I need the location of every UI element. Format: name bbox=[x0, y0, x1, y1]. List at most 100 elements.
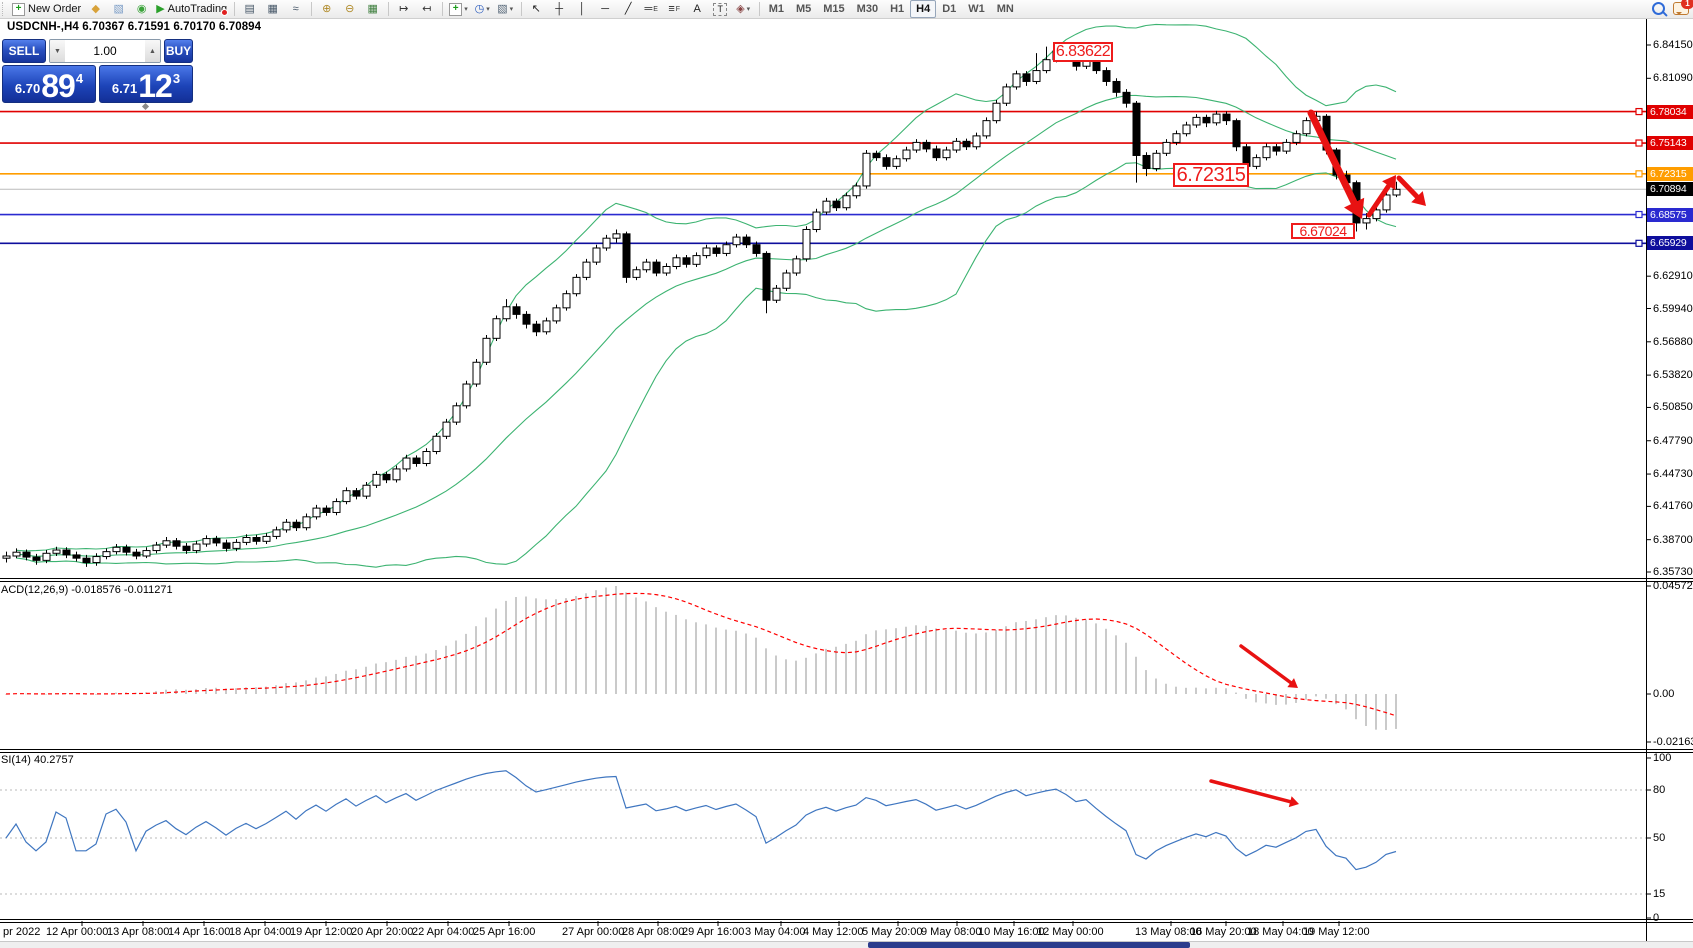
time-axis-label: 19 May 12:00 bbox=[1303, 926, 1370, 938]
rsi-axis-label: 15 bbox=[1653, 888, 1665, 900]
toolbar-chart-shift-icon[interactable]: ↦ bbox=[392, 0, 415, 18]
trend-arrows[interactable] bbox=[1211, 113, 1426, 807]
toolbar-timeframe-m15[interactable]: M15 bbox=[817, 0, 850, 18]
time-axis-label: 5 May 20:00 bbox=[862, 926, 923, 938]
toolbar-text-icon[interactable]: A bbox=[686, 0, 709, 18]
toolbar-tile-windows-icon[interactable]: ▦ bbox=[361, 0, 384, 18]
toolbar-arrows-icon[interactable]: ◈▾ bbox=[732, 0, 755, 18]
toolbar-publish-chart-icon[interactable]: ▧ bbox=[107, 0, 130, 18]
candlestick-chart-icon: ▦ bbox=[267, 4, 277, 15]
toolbar-equidistant-channel-icon[interactable]: ═E bbox=[640, 0, 663, 18]
notifications-icon[interactable]: 1 bbox=[1673, 2, 1689, 15]
new-order-button-label: New Order bbox=[28, 3, 81, 15]
styler-icon: ◆ bbox=[91, 4, 99, 15]
sell-price-panel[interactable]: 6.70 89 4 bbox=[2, 65, 96, 103]
toolbar-signals-icon[interactable]: ◉ bbox=[130, 0, 153, 18]
price-axis-tick: 6.47790 bbox=[1653, 435, 1693, 447]
toolbar-text-label-icon[interactable]: T bbox=[709, 0, 732, 18]
price-axis-tick: 6.41760 bbox=[1653, 500, 1693, 512]
one-click-trading-panel: SELL ▼ ▲ BUY 6.70 89 4 6.71 12 3 bbox=[2, 39, 193, 103]
toolbar-styler-icon[interactable]: ◆ bbox=[84, 0, 107, 18]
price-axis-tick: 6.62910 bbox=[1653, 270, 1693, 282]
price-axis-badge: 6.72315 bbox=[1647, 167, 1693, 181]
text-label-icon: T bbox=[713, 3, 727, 16]
fibonacci-icon: ≡ bbox=[668, 4, 674, 15]
toolbar-autotrading-button[interactable]: ▶AutoTrading bbox=[153, 0, 230, 18]
search-icon[interactable] bbox=[1652, 2, 1665, 15]
volume-input[interactable] bbox=[65, 40, 145, 62]
price-axis-tick: 6.56880 bbox=[1653, 336, 1693, 348]
volume-decrease-button[interactable]: ▼ bbox=[50, 40, 65, 62]
horizontal-scrollbar-thumb[interactable] bbox=[868, 942, 1190, 948]
horizontal-line-icon: ─ bbox=[601, 4, 609, 15]
buy-price-major: 6.71 bbox=[112, 81, 137, 96]
rsi-line bbox=[6, 771, 1396, 870]
indicators-icon: + bbox=[449, 3, 462, 16]
volume-increase-button[interactable]: ▲ bbox=[145, 40, 160, 62]
price-axis-badge: 6.68575 bbox=[1647, 208, 1693, 222]
toolbar-crosshair-icon[interactable]: ┼ bbox=[548, 0, 571, 18]
toolbar-timeframe-h1[interactable]: H1 bbox=[884, 0, 910, 18]
toolbar-timeframe-m1[interactable]: M1 bbox=[763, 0, 790, 18]
toolbar-bar-chart-icon[interactable]: ▤ bbox=[238, 0, 261, 18]
price-axis-badge: 6.75143 bbox=[1647, 136, 1693, 150]
signals-icon: ◉ bbox=[137, 4, 147, 15]
toolbar-fibonacci-icon[interactable]: ≡F bbox=[663, 0, 686, 18]
toolbar-new-order-button[interactable]: +New Order bbox=[9, 0, 84, 18]
time-axis-label: 10 May 16:00 bbox=[978, 926, 1045, 938]
toolbar-timeframe-d1[interactable]: D1 bbox=[936, 0, 962, 18]
buy-price-panel[interactable]: 6.71 12 3 bbox=[99, 65, 193, 103]
toolbar-templates-icon[interactable]: ▧▾ bbox=[494, 0, 517, 18]
toolbar-timeframe-w1[interactable]: W1 bbox=[962, 0, 991, 18]
time-axis-label: 20 Apr 20:00 bbox=[351, 926, 413, 938]
toolbar-trendline-icon[interactable]: ╱ bbox=[617, 0, 640, 18]
rsi-axis-label: 50 bbox=[1653, 832, 1665, 844]
sell-price-major: 6.70 bbox=[15, 81, 40, 96]
toolbar-timeframe-m30[interactable]: M30 bbox=[851, 0, 884, 18]
toolbar-timeframe-mn[interactable]: MN bbox=[991, 0, 1020, 18]
toolbar-cursor-icon[interactable]: ↖ bbox=[525, 0, 548, 18]
macd-histogram bbox=[5, 586, 1397, 730]
price-axis-tick: 6.53820 bbox=[1653, 369, 1693, 381]
price-annotation-box[interactable]: 6.83622 bbox=[1053, 42, 1113, 62]
toolbar-indicators-icon[interactable]: +▾ bbox=[446, 0, 471, 18]
sell-price-pips: 89 bbox=[41, 72, 75, 100]
crosshair-icon: ┼ bbox=[555, 4, 563, 15]
bar-chart-icon: ▤ bbox=[244, 4, 254, 15]
time-axis-label: 12 Apr 00:00 bbox=[46, 926, 108, 938]
price-annotation-box[interactable]: 6.67024 bbox=[1291, 223, 1355, 239]
toolbar-horizontal-line-icon[interactable]: ─ bbox=[594, 0, 617, 18]
price-axis-tick: 6.35730 bbox=[1653, 566, 1693, 578]
time-axis-label: 19 Apr 12:00 bbox=[290, 926, 352, 938]
time-axis-label: 25 Apr 16:00 bbox=[473, 926, 535, 938]
rsi-axis-label: 80 bbox=[1653, 784, 1665, 796]
price-annotation-box[interactable]: 6.72315 bbox=[1173, 163, 1249, 187]
volume-stepper: ▼ ▲ bbox=[49, 39, 161, 63]
price-axis-badge: 6.65929 bbox=[1647, 236, 1693, 250]
bollinger-bands bbox=[16, 24, 1396, 567]
price-axis-tick: 6.50850 bbox=[1653, 401, 1693, 413]
macd-axis-label: 0.00 bbox=[1653, 688, 1674, 700]
buy-button[interactable]: BUY bbox=[164, 39, 193, 63]
toolbar-timeframe-h4[interactable]: H4 bbox=[910, 0, 936, 18]
chart-window-title: USDCNH-,H4 6.70367 6.71591 6.70170 6.708… bbox=[7, 21, 261, 33]
toolbar-line-chart-icon[interactable]: ≈ bbox=[284, 0, 307, 18]
autotrading-button: ▶ bbox=[156, 4, 164, 15]
price-axis-badge: 6.78034 bbox=[1647, 105, 1693, 119]
tile-windows-icon: ▦ bbox=[367, 4, 377, 15]
toolbar-periods-icon[interactable]: ◷▾ bbox=[471, 0, 494, 18]
macd-indicator-label: ACD(12,26,9) -0.018576 -0.011271 bbox=[1, 584, 173, 596]
toolbar-zoom-in-icon[interactable]: ⊕ bbox=[315, 0, 338, 18]
toolbar-zoom-out-icon[interactable]: ⊖ bbox=[338, 0, 361, 18]
equidistant-channel-icon: ═ bbox=[644, 4, 652, 15]
macd-axis-label: 0.045726 bbox=[1653, 580, 1693, 592]
toolbar-timeframe-m5[interactable]: M5 bbox=[790, 0, 817, 18]
candles-layer bbox=[3, 45, 1400, 567]
toolbar-vertical-line-icon[interactable]: │ bbox=[571, 0, 594, 18]
time-axis-label: 14 Apr 16:00 bbox=[168, 926, 230, 938]
text-icon: A bbox=[694, 4, 701, 15]
toolbar-auto-scroll-icon[interactable]: ↤ bbox=[415, 0, 438, 18]
rsi-indicator-label: SI(14) 40.2757 bbox=[1, 754, 74, 766]
sell-button[interactable]: SELL bbox=[2, 39, 46, 63]
toolbar-candlestick-chart-icon[interactable]: ▦ bbox=[261, 0, 284, 18]
